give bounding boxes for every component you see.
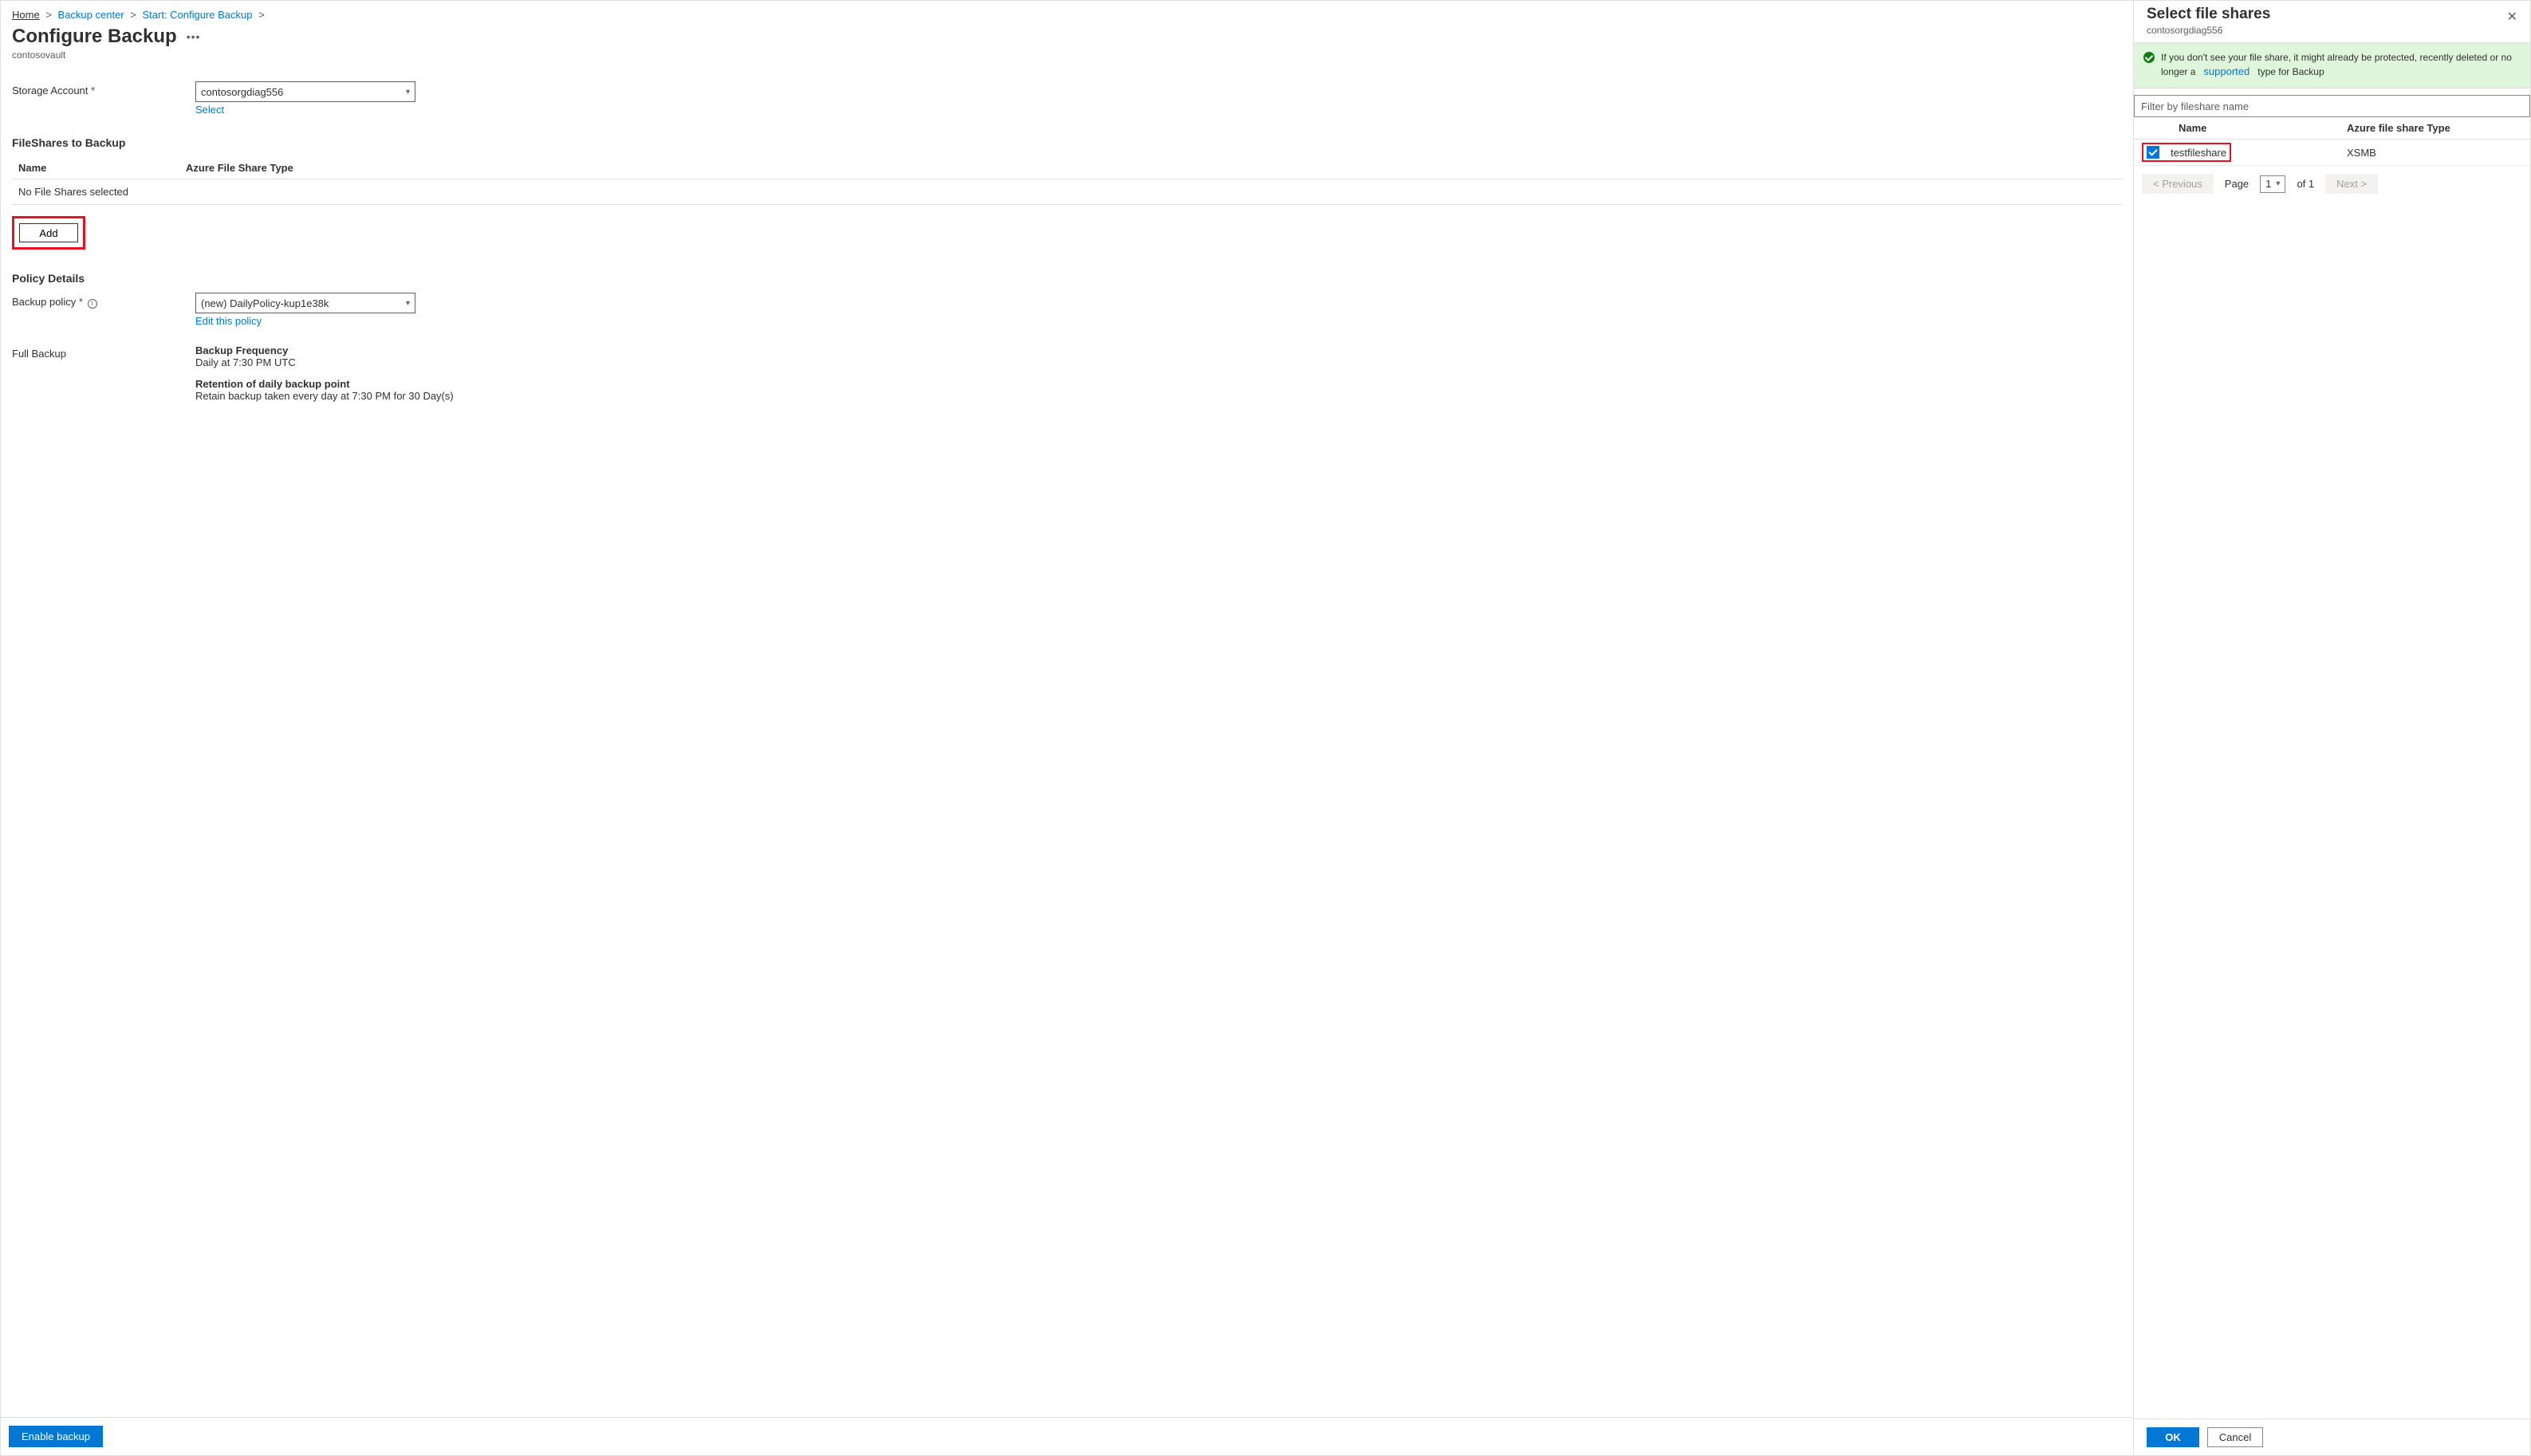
page-label: Page (2225, 178, 2249, 190)
pager: < Previous Page 1 ▾ of 1 Next > (2134, 166, 2530, 202)
backup-policy-row: Backup policy * i (new) DailyPolicy-kup1… (12, 293, 2122, 327)
page-select-value: 1 (2265, 178, 2271, 190)
storage-account-row: Storage Account * contosorgdiag556 ▾ Sel… (12, 81, 2122, 116)
side-title: Select file shares (2147, 6, 2270, 23)
fileshare-row[interactable]: testfileshare XSMB (2134, 140, 2530, 166)
backup-frequency-label: Backup Frequency (195, 344, 454, 356)
add-highlight: Add (12, 216, 85, 250)
fileshares-heading: FileShares to Backup (12, 136, 2122, 149)
edit-policy-link[interactable]: Edit this policy (195, 315, 415, 327)
list-col-name: Name (2174, 122, 2347, 134)
backup-policy-label: Backup policy * i (12, 293, 195, 309)
chevron-right-icon: > (130, 9, 136, 21)
required-asterisk: * (79, 296, 83, 308)
ok-button[interactable]: OK (2147, 1427, 2199, 1447)
check-icon (2143, 52, 2155, 63)
side-body: If you don't see your file share, it mig… (2134, 42, 2530, 1419)
storage-account-select[interactable]: contosorgdiag556 ▾ (195, 81, 415, 102)
side-panel: Select file shares contosorgdiag556 ✕ If… (2134, 0, 2531, 1456)
breadcrumb-backup-center[interactable]: Backup center (58, 9, 124, 21)
fileshares-empty-row: No File Shares selected (12, 179, 2122, 205)
chevron-right-icon: > (258, 9, 265, 21)
storage-account-value: contosorgdiag556 (201, 86, 283, 98)
add-button[interactable]: Add (19, 223, 78, 242)
next-button[interactable]: Next > (2325, 174, 2378, 194)
storage-select-link[interactable]: Select (195, 104, 415, 116)
page-title-row: Configure Backup ••• (12, 26, 2122, 48)
full-backup-row: Full Backup Backup Frequency Daily at 7:… (12, 344, 2122, 411)
chevron-down-icon: ▾ (406, 299, 410, 308)
full-backup-label: Full Backup (12, 344, 195, 360)
fileshares-col-type: Azure File Share Type (186, 162, 293, 174)
filter-input[interactable] (2134, 95, 2530, 117)
page-title: Configure Backup (12, 26, 177, 48)
backup-policy-select[interactable]: (new) DailyPolicy-kup1e38k ▾ (195, 293, 415, 313)
main-content: Home > Backup center > Start: Configure … (1, 1, 2133, 1417)
row-highlight: testfileshare (2142, 143, 2231, 162)
enable-backup-button[interactable]: Enable backup (9, 1426, 103, 1447)
policy-heading: Policy Details (12, 272, 2122, 285)
chevron-down-icon: ▾ (406, 88, 410, 96)
previous-button[interactable]: < Previous (2142, 174, 2214, 194)
fileshare-list-header: Name Azure file share Type (2134, 117, 2530, 140)
fileshare-name: testfileshare (2171, 147, 2226, 159)
close-icon[interactable]: ✕ (2507, 6, 2517, 25)
fileshares-col-name: Name (18, 162, 186, 174)
fileshare-type: XSMB (2347, 147, 2522, 159)
list-col-type: Azure file share Type (2347, 122, 2522, 134)
more-icon[interactable]: ••• (187, 30, 201, 43)
retention-label: Retention of daily backup point (195, 378, 454, 390)
storage-account-label: Storage Account * (12, 81, 195, 96)
chevron-down-icon: ▾ (2276, 179, 2280, 188)
side-subtitle: contosorgdiag556 (2147, 25, 2270, 36)
backup-frequency-value: Daily at 7:30 PM UTC (195, 356, 454, 368)
breadcrumb-home[interactable]: Home (12, 9, 40, 21)
checkbox-checked[interactable] (2147, 146, 2159, 159)
cancel-button[interactable]: Cancel (2207, 1427, 2263, 1447)
page-of-label: of 1 (2297, 178, 2314, 190)
side-header: Select file shares contosorgdiag556 ✕ (2134, 1, 2530, 42)
breadcrumb: Home > Backup center > Start: Configure … (12, 9, 2122, 21)
main-footer: Enable backup (1, 1417, 2133, 1455)
page-select[interactable]: 1 ▾ (2260, 175, 2285, 193)
backup-policy-value: (new) DailyPolicy-kup1e38k (201, 297, 329, 309)
retention-value: Retain backup taken every day at 7:30 PM… (195, 390, 454, 402)
banner-text-post: type for Backup (2257, 66, 2324, 77)
chevron-right-icon: > (45, 9, 52, 21)
info-banner: If you don't see your file share, it mig… (2134, 42, 2530, 89)
page-subtitle: contosovault (12, 49, 2122, 61)
breadcrumb-configure-backup[interactable]: Start: Configure Backup (142, 9, 252, 21)
supported-link[interactable]: supported (2203, 65, 2250, 77)
required-asterisk: * (91, 85, 95, 96)
side-footer: OK Cancel (2134, 1419, 2530, 1455)
main-panel: Home > Backup center > Start: Configure … (0, 0, 2134, 1456)
info-icon[interactable]: i (88, 299, 97, 309)
fileshares-table: Name Azure File Share Type No File Share… (12, 157, 2122, 205)
